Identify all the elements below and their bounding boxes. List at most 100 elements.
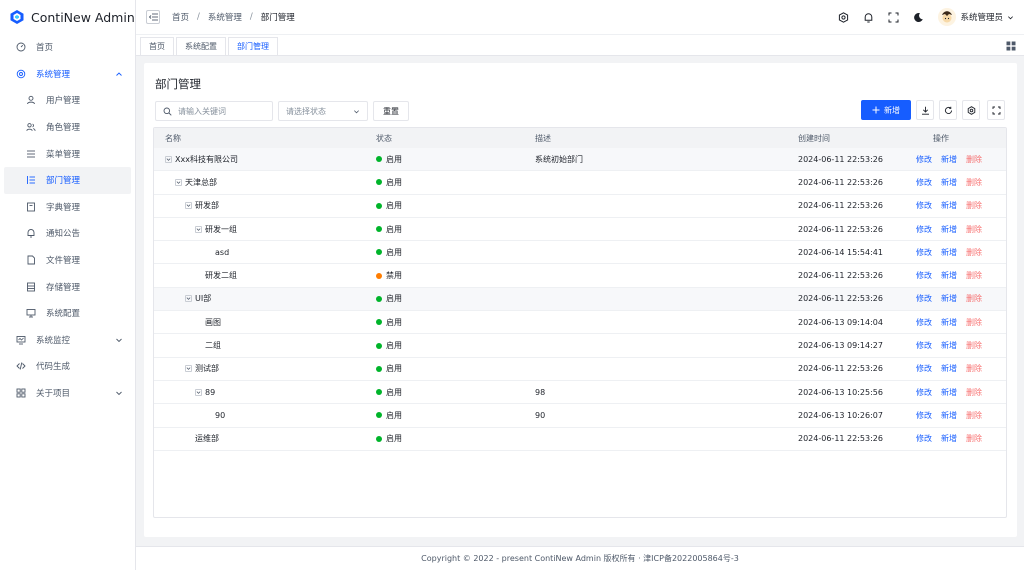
- sidebar-item-home[interactable]: 首页: [4, 34, 131, 61]
- column-settings-button[interactable]: [962, 100, 980, 120]
- sidebar-item-roles[interactable]: 角色管理: [4, 114, 131, 141]
- monitor-icon: [16, 335, 26, 345]
- delete-link[interactable]: 删除: [966, 293, 982, 304]
- download-button[interactable]: [916, 100, 934, 120]
- edit-link[interactable]: 修改: [916, 247, 932, 258]
- status-dot-icon: [376, 435, 382, 442]
- expand-toggle-icon[interactable]: [185, 202, 192, 210]
- cell-status: 启用: [371, 200, 527, 211]
- delete-link[interactable]: 删除: [966, 317, 982, 328]
- department-name: asd: [215, 247, 230, 257]
- edit-link[interactable]: 修改: [916, 317, 932, 328]
- edit-link[interactable]: 修改: [916, 340, 932, 351]
- tab-department[interactable]: 部门管理: [228, 37, 278, 55]
- sidebar-item-monitor[interactable]: 系统监控: [4, 327, 131, 354]
- delete-link[interactable]: 删除: [966, 410, 982, 421]
- sidebar-item-dictionary[interactable]: 字典管理: [4, 194, 131, 221]
- delete-link[interactable]: 删除: [966, 154, 982, 165]
- add-child-link[interactable]: 新增: [941, 224, 957, 235]
- edit-link[interactable]: 修改: [916, 433, 932, 444]
- app-logo[interactable]: ContiNew Admin: [0, 0, 135, 34]
- cell-actions: 修改 新增 删除: [910, 224, 1006, 235]
- search-field[interactable]: [155, 101, 273, 121]
- status-select[interactable]: [278, 101, 376, 121]
- status-text: 启用: [386, 364, 402, 374]
- settings-icon[interactable]: [838, 11, 849, 23]
- add-child-link[interactable]: 新增: [941, 154, 957, 165]
- refresh-button[interactable]: [939, 100, 957, 120]
- delete-link[interactable]: 删除: [966, 177, 982, 188]
- moon-icon[interactable]: [913, 12, 924, 23]
- edit-link[interactable]: 修改: [916, 410, 932, 421]
- sidebar-item-system[interactable]: 系统管理: [4, 61, 131, 88]
- fullscreen-button[interactable]: [987, 100, 1005, 120]
- delete-link[interactable]: 删除: [966, 270, 982, 281]
- add-child-link[interactable]: 新增: [941, 293, 957, 304]
- sidebar-item-files[interactable]: 文件管理: [4, 247, 131, 274]
- edit-link[interactable]: 修改: [916, 224, 932, 235]
- notification-bell-icon[interactable]: [863, 12, 874, 23]
- reset-button[interactable]: 重置: [373, 101, 409, 121]
- expand-toggle-icon[interactable]: [195, 225, 202, 233]
- sidebar-item-codegen[interactable]: 代码生成: [4, 353, 131, 380]
- sidebar-item-menus[interactable]: 菜单管理: [4, 140, 131, 167]
- cell-created-time: 2024-06-11 22:53:26: [798, 271, 883, 281]
- breadcrumb-system[interactable]: 系统管理: [208, 11, 242, 23]
- add-child-link[interactable]: 新增: [941, 200, 957, 211]
- expand-toggle-icon[interactable]: [165, 155, 172, 163]
- top-header: 首页 / 系统管理 / 部门管理 系统管理员: [136, 0, 1024, 34]
- sidebar-item-config[interactable]: 系统配置: [4, 300, 131, 327]
- grid-icon[interactable]: [1006, 41, 1016, 51]
- expand-toggle-icon[interactable]: [185, 295, 192, 303]
- tab-home[interactable]: 首页: [140, 37, 174, 55]
- add-child-link[interactable]: 新增: [941, 363, 957, 374]
- add-child-link[interactable]: 新增: [941, 247, 957, 258]
- logo-icon: [10, 10, 24, 24]
- search-input[interactable]: [178, 106, 268, 116]
- expand-toggle-icon[interactable]: [175, 178, 182, 186]
- edit-link[interactable]: 修改: [916, 154, 932, 165]
- delete-link[interactable]: 删除: [966, 247, 982, 258]
- expand-toggle-icon[interactable]: [185, 365, 192, 373]
- delete-link[interactable]: 删除: [966, 433, 982, 444]
- expand-toggle-icon[interactable]: [195, 388, 202, 396]
- sidebar-item-label: 字典管理: [46, 202, 81, 213]
- sidebar-item-users[interactable]: 用户管理: [4, 87, 131, 114]
- add-child-link[interactable]: 新增: [941, 317, 957, 328]
- tab-system-config[interactable]: 系统配置: [176, 37, 226, 55]
- user-menu[interactable]: 系统管理员: [938, 8, 1014, 26]
- delete-link[interactable]: 删除: [966, 200, 982, 211]
- settings-icon: [16, 69, 26, 79]
- edit-link[interactable]: 修改: [916, 200, 932, 211]
- delete-link[interactable]: 删除: [966, 387, 982, 398]
- add-child-link[interactable]: 新增: [941, 340, 957, 351]
- sidebar-item-storage[interactable]: 存储管理: [4, 273, 131, 300]
- add-button[interactable]: 新增: [861, 100, 911, 120]
- header-actions: 系统管理员: [838, 0, 1014, 34]
- edit-link[interactable]: 修改: [916, 270, 932, 281]
- sidebar-item-about[interactable]: 关于项目: [4, 380, 131, 407]
- sidebar-item-departments[interactable]: 部门管理: [4, 166, 131, 194]
- edit-link[interactable]: 修改: [916, 177, 932, 188]
- fullscreen-icon[interactable]: [888, 12, 899, 23]
- edit-link[interactable]: 修改: [916, 363, 932, 374]
- delete-link[interactable]: 删除: [966, 363, 982, 374]
- cell-actions: 修改 新增 删除: [910, 433, 1006, 444]
- sidebar: ContiNew Admin 首页 系统管理 用户管理 角色管理 菜单管理 部门…: [0, 0, 136, 570]
- cell-created-time: 2024-06-11 22:53:26: [798, 177, 883, 187]
- menu-fold-icon[interactable]: [146, 10, 160, 24]
- edit-link[interactable]: 修改: [916, 387, 932, 398]
- breadcrumb-home[interactable]: 首页: [172, 11, 189, 23]
- add-child-link[interactable]: 新增: [941, 410, 957, 421]
- add-child-link[interactable]: 新增: [941, 177, 957, 188]
- sidebar-item-notices[interactable]: 通知公告: [4, 220, 131, 247]
- add-child-link[interactable]: 新增: [941, 433, 957, 444]
- delete-link[interactable]: 删除: [966, 224, 982, 235]
- status-select-input[interactable]: [286, 106, 376, 116]
- delete-link[interactable]: 删除: [966, 340, 982, 351]
- edit-link[interactable]: 修改: [916, 293, 932, 304]
- add-child-link[interactable]: 新增: [941, 387, 957, 398]
- add-child-link[interactable]: 新增: [941, 270, 957, 281]
- sidebar-item-label: 菜单管理: [46, 149, 81, 160]
- breadcrumb: 首页 / 系统管理 / 部门管理: [172, 11, 295, 23]
